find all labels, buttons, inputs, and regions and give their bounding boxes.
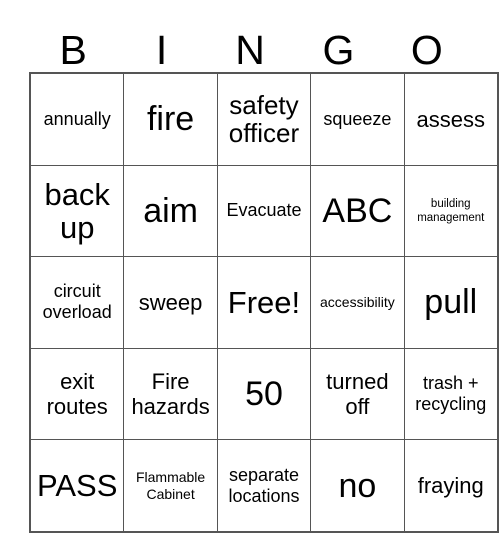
bingo-cell[interactable]: 50	[216, 347, 312, 441]
bingo-free-space[interactable]: Free!	[216, 256, 312, 349]
bingo-row: exit routes Fire hazards 50 turned off t…	[29, 347, 499, 441]
bingo-cell[interactable]: pull	[403, 256, 499, 349]
bingo-row: back up aim Evacuate ABC building manage…	[29, 164, 499, 258]
bingo-cell[interactable]: safety officer	[216, 72, 312, 166]
bingo-cell[interactable]: fraying	[403, 439, 499, 533]
bingo-header-letter-o: O	[410, 27, 443, 73]
bingo-header-letter-n: N	[235, 27, 265, 73]
bingo-cell[interactable]: PASS	[29, 439, 125, 533]
bingo-cell[interactable]: Flammable Cabinet	[123, 439, 218, 533]
bingo-cell[interactable]: back up	[29, 164, 125, 258]
bingo-row: annually fire safety officer squeeze ass…	[29, 72, 499, 166]
bingo-header-letter-i: I	[155, 27, 168, 73]
bingo-cell[interactable]: assess	[403, 72, 499, 166]
bingo-cell[interactable]: ABC	[310, 164, 405, 258]
bingo-cell[interactable]: accessibility	[310, 256, 405, 349]
bingo-grid: annually fire safety officer squeeze ass…	[29, 72, 499, 533]
bingo-cell[interactable]: Fire hazards	[123, 347, 218, 441]
bingo-row: PASS Flammable Cabinet separate location…	[29, 439, 499, 533]
bingo-header-letter-b: B	[59, 27, 87, 73]
bingo-cell[interactable]: separate locations	[216, 439, 312, 533]
bingo-cell[interactable]: trash + recycling	[403, 347, 499, 441]
bingo-cell[interactable]: circuit overload	[29, 256, 125, 349]
bingo-cell[interactable]: turned off	[310, 347, 405, 441]
bingo-header-row: B I N G O	[29, 14, 471, 72]
bingo-row: circuit overload sweep Free! accessibili…	[29, 256, 499, 349]
bingo-cell[interactable]: no	[310, 439, 405, 533]
bingo-cell[interactable]: annually	[29, 72, 125, 166]
bingo-card: B I N G O annually fire safety officer s…	[29, 14, 499, 533]
bingo-cell[interactable]: building management	[403, 164, 499, 258]
bingo-cell[interactable]: exit routes	[29, 347, 125, 441]
bingo-cell[interactable]: squeeze	[310, 72, 405, 166]
bingo-cell[interactable]: Evacuate	[216, 164, 312, 258]
bingo-cell[interactable]: aim	[123, 164, 218, 258]
bingo-header-letter-g: G	[322, 27, 355, 73]
bingo-cell[interactable]: fire	[123, 72, 218, 166]
bingo-cell[interactable]: sweep	[123, 256, 218, 349]
